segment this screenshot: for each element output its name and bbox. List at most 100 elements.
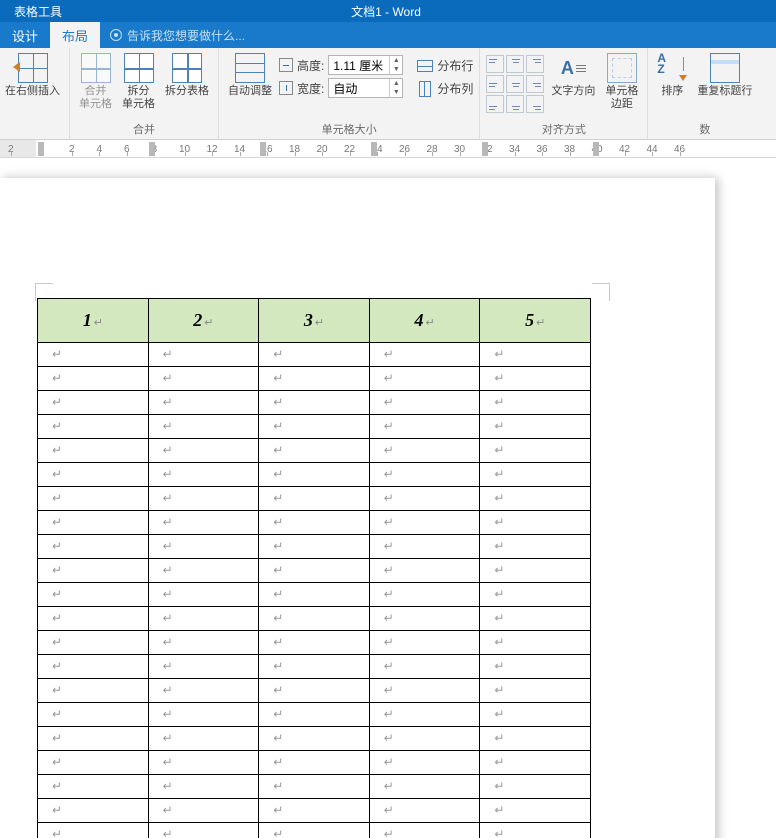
table-cell[interactable]: ↵ [259, 559, 370, 583]
table-cell[interactable]: ↵ [369, 463, 480, 487]
table-row[interactable]: ↵↵↵↵↵ [38, 631, 591, 655]
table-cell[interactable]: ↵ [369, 751, 480, 775]
table-cell[interactable]: ↵ [259, 439, 370, 463]
table-cell[interactable]: ↵ [38, 391, 149, 415]
repeat-header-button[interactable]: 重复标题行 [694, 51, 755, 100]
table-cell[interactable]: ↵ [38, 631, 149, 655]
table-cell[interactable]: ↵ [480, 727, 591, 751]
table-cell[interactable]: ↵ [259, 799, 370, 823]
row-height-field[interactable] [329, 58, 389, 72]
table-cell[interactable]: ↵ [369, 631, 480, 655]
table-cell[interactable]: ↵ [369, 511, 480, 535]
table-row[interactable]: ↵↵↵↵↵ [38, 343, 591, 367]
table-cell[interactable]: ↵ [38, 655, 149, 679]
table-cell[interactable]: ↵ [369, 607, 480, 631]
table-cell[interactable]: ↵ [369, 799, 480, 823]
table-row[interactable]: ↵↵↵↵↵ [38, 511, 591, 535]
autofit-button[interactable]: 自动调整 [225, 51, 275, 100]
table-cell[interactable]: ↵ [38, 583, 149, 607]
ruler-column-marker[interactable] [371, 142, 377, 156]
ruler-column-marker[interactable] [482, 142, 488, 156]
table-cell[interactable]: ↵ [480, 343, 591, 367]
table-cell[interactable]: ↵ [38, 463, 149, 487]
table-cell[interactable]: ↵ [369, 343, 480, 367]
table-cell[interactable]: ↵ [38, 535, 149, 559]
table-cell[interactable]: ↵ [259, 703, 370, 727]
table-cell[interactable]: ↵ [480, 703, 591, 727]
table-row[interactable]: ↵↵↵↵↵ [38, 727, 591, 751]
table-cell[interactable]: ↵ [480, 631, 591, 655]
table-row[interactable]: ↵↵↵↵↵ [38, 607, 591, 631]
table-cell[interactable]: ↵ [148, 607, 259, 631]
height-up[interactable]: ▲ [389, 56, 402, 65]
table-cell[interactable]: ↵ [148, 535, 259, 559]
table-row[interactable]: ↵↵↵↵↵ [38, 655, 591, 679]
table-cell[interactable]: ↵ [148, 415, 259, 439]
table-row[interactable]: ↵↵↵↵↵ [38, 703, 591, 727]
ruler-column-marker[interactable] [260, 142, 266, 156]
table-header-cell[interactable]: 3↵ [259, 299, 370, 343]
ruler-column-marker[interactable] [593, 142, 599, 156]
align-mid-center[interactable] [506, 75, 524, 93]
table-cell[interactable]: ↵ [480, 751, 591, 775]
table-cell[interactable]: ↵ [148, 439, 259, 463]
align-bot-center[interactable] [506, 95, 524, 113]
width-down[interactable]: ▼ [389, 88, 402, 97]
table-cell[interactable]: ↵ [38, 775, 149, 799]
table-cell[interactable]: ↵ [259, 607, 370, 631]
table-row[interactable]: ↵↵↵↵↵ [38, 583, 591, 607]
table-cell[interactable]: ↵ [259, 463, 370, 487]
table-cell[interactable]: ↵ [480, 559, 591, 583]
table-cell[interactable]: ↵ [148, 823, 259, 838]
table-cell[interactable]: ↵ [480, 607, 591, 631]
table-cell[interactable]: ↵ [259, 655, 370, 679]
table-cell[interactable]: ↵ [369, 535, 480, 559]
table-cell[interactable]: ↵ [259, 727, 370, 751]
table-cell[interactable]: ↵ [369, 775, 480, 799]
insert-right-button[interactable]: 在右侧插入 [2, 51, 63, 100]
table-cell[interactable]: ↵ [369, 439, 480, 463]
tell-me-search[interactable]: 告诉我您想要做什么... [100, 22, 245, 48]
table-row[interactable]: ↵↵↵↵↵ [38, 775, 591, 799]
distribute-cols-button[interactable]: 分布列 [417, 80, 473, 97]
align-bot-right[interactable] [526, 95, 544, 113]
table-cell[interactable]: ↵ [259, 823, 370, 838]
table-cell[interactable]: ↵ [38, 799, 149, 823]
table-cell[interactable]: ↵ [369, 415, 480, 439]
table-cell[interactable]: ↵ [480, 463, 591, 487]
table-cell[interactable]: ↵ [148, 727, 259, 751]
table-cell[interactable]: ↵ [369, 559, 480, 583]
table-cell[interactable]: ↵ [38, 727, 149, 751]
ruler-column-marker[interactable] [149, 142, 155, 156]
merge-cells-button[interactable]: 合并 单元格 [76, 51, 115, 113]
table-row[interactable]: ↵↵↵↵↵ [38, 751, 591, 775]
table-row[interactable]: ↵↵↵↵↵ [38, 799, 591, 823]
split-table-button[interactable]: 拆分表格 [162, 51, 212, 100]
text-direction-button[interactable]: A 文字方向 [548, 51, 598, 100]
align-mid-left[interactable] [486, 75, 504, 93]
table-cell[interactable]: ↵ [480, 439, 591, 463]
align-mid-right[interactable] [526, 75, 544, 93]
table-row[interactable]: ↵↵↵↵↵ [38, 367, 591, 391]
table-header-cell[interactable]: 1↵ [38, 299, 149, 343]
table-row[interactable]: ↵↵↵↵↵ [38, 415, 591, 439]
table-cell[interactable]: ↵ [259, 367, 370, 391]
align-top-center[interactable] [506, 55, 524, 73]
ruler-column-marker[interactable] [38, 142, 44, 156]
table-cell[interactable]: ↵ [38, 511, 149, 535]
table-cell[interactable]: ↵ [480, 535, 591, 559]
table-cell[interactable]: ↵ [480, 799, 591, 823]
table-cell[interactable]: ↵ [38, 343, 149, 367]
table-cell[interactable]: ↵ [259, 415, 370, 439]
table-cell[interactable]: ↵ [148, 703, 259, 727]
table-cell[interactable]: ↵ [38, 823, 149, 838]
table-cell[interactable]: ↵ [480, 391, 591, 415]
table-cell[interactable]: ↵ [480, 415, 591, 439]
tab-design[interactable]: 设计 [0, 22, 50, 48]
table-cell[interactable]: ↵ [38, 559, 149, 583]
table-cell[interactable]: ↵ [259, 391, 370, 415]
table-cell[interactable]: ↵ [38, 751, 149, 775]
width-up[interactable]: ▲ [389, 79, 402, 88]
table-cell[interactable]: ↵ [38, 415, 149, 439]
distribute-rows-button[interactable]: 分布行 [417, 57, 473, 74]
